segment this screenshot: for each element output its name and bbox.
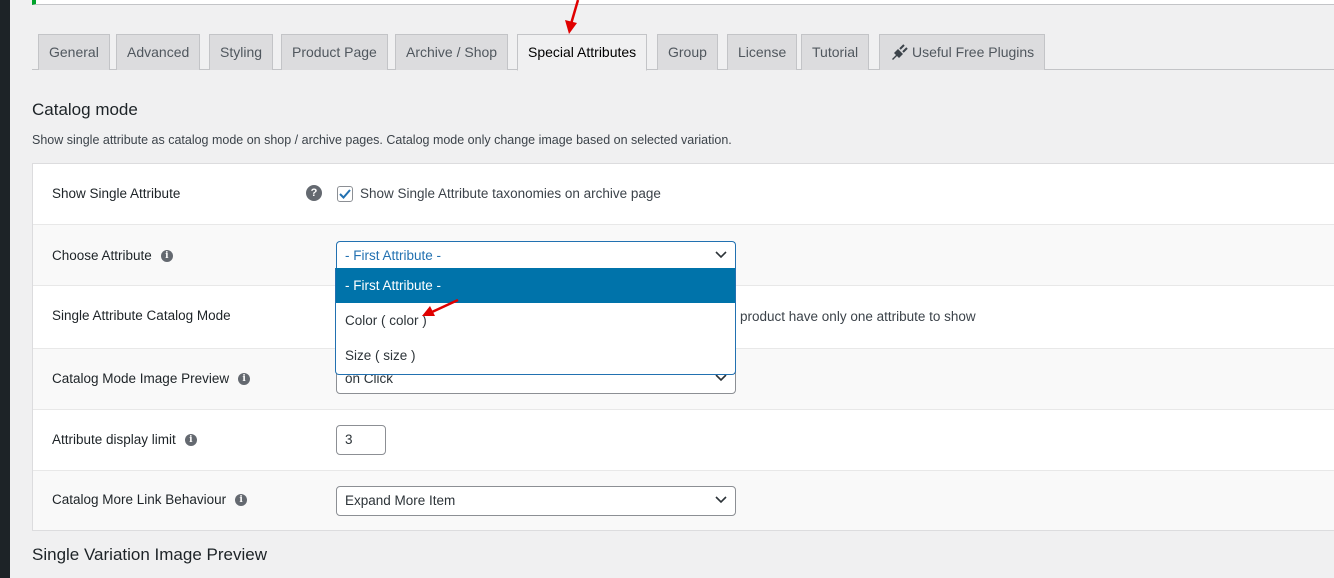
settings-tabs: General Advanced Styling Product Page Ar… bbox=[32, 34, 1334, 71]
checkmark-icon bbox=[339, 189, 351, 199]
choose-attribute-dropdown-list: - First Attribute - Color ( color ) Size… bbox=[335, 268, 736, 375]
row-catalog-more-link-behaviour: Catalog More Link Behaviour i Expand More… bbox=[33, 471, 1334, 530]
annotation-arrow-tabs bbox=[565, 0, 580, 34]
checkbox-label[interactable]: Show Single Attribute taxonomies on arch… bbox=[360, 186, 661, 201]
tab-label: License bbox=[738, 44, 787, 60]
label-text: Catalog Mode Image Preview bbox=[52, 371, 230, 386]
tab-group[interactable]: Group bbox=[657, 34, 718, 70]
tab-archive-shop[interactable]: Archive / Shop bbox=[395, 34, 509, 70]
show-single-attribute-checkbox[interactable] bbox=[337, 186, 353, 202]
tab-label: Tutorial bbox=[812, 44, 859, 60]
tab-advanced[interactable]: Advanced bbox=[116, 34, 201, 70]
tab-tutorial[interactable]: Tutorial bbox=[801, 34, 870, 70]
chevron-down-icon bbox=[715, 251, 727, 259]
row-label: Show Single Attribute bbox=[52, 186, 180, 201]
chevron-down-icon bbox=[715, 374, 727, 382]
choose-attribute-select[interactable]: - First Attribute - bbox=[336, 241, 736, 270]
label-text: Attribute display limit bbox=[52, 432, 176, 447]
tab-label: General bbox=[49, 44, 99, 60]
tab-label: Styling bbox=[220, 44, 263, 60]
top-notice bbox=[32, 0, 1334, 5]
row-label: Single Attribute Catalog Mode bbox=[52, 308, 231, 323]
section-title-single-variation-image-preview: Single Variation Image Preview bbox=[32, 545, 267, 564]
question-icon[interactable]: ? bbox=[306, 185, 322, 201]
section-description: Show single attribute as catalog mode on… bbox=[32, 133, 732, 147]
tab-label: Group bbox=[668, 44, 707, 60]
info-icon[interactable]: i bbox=[184, 433, 197, 446]
dropdown-option[interactable]: Color ( color ) bbox=[336, 303, 735, 338]
catalog-mode-description: product have only one attribute to show bbox=[740, 309, 976, 324]
label-text: Catalog More Link Behaviour bbox=[52, 492, 227, 507]
tab-label: Advanced bbox=[127, 44, 190, 60]
tab-special-attributes[interactable]: Special Attributes bbox=[517, 34, 648, 71]
row-attribute-display-limit: Attribute display limit i 3 bbox=[33, 410, 1334, 471]
section-title-catalog-mode: Catalog mode bbox=[32, 100, 138, 119]
row-label: Choose Attribute i bbox=[52, 248, 173, 263]
row-label: Catalog More Link Behaviour i bbox=[52, 492, 248, 507]
label-text: Show Single Attribute bbox=[52, 186, 181, 201]
info-icon[interactable]: i bbox=[235, 493, 248, 506]
row-label: Attribute display limit i bbox=[52, 432, 197, 447]
select-value: Expand More Item bbox=[345, 493, 456, 508]
info-icon[interactable]: i bbox=[238, 372, 251, 385]
tab-label: Product Page bbox=[292, 44, 377, 60]
dropdown-option[interactable]: - First Attribute - bbox=[336, 268, 735, 303]
dropdown-option[interactable]: Size ( size ) bbox=[336, 338, 735, 373]
tab-label: Archive / Shop bbox=[406, 44, 498, 60]
display-limit-input[interactable]: 3 bbox=[336, 425, 386, 455]
tab-product-page[interactable]: Product Page bbox=[281, 34, 388, 70]
more-link-behaviour-select[interactable]: Expand More Item bbox=[336, 486, 736, 516]
label-text: Single Attribute Catalog Mode bbox=[52, 308, 231, 323]
tab-license[interactable]: License bbox=[727, 34, 798, 70]
admin-sidebar-edge bbox=[0, 0, 10, 578]
label-text: Choose Attribute bbox=[52, 248, 152, 263]
tab-useful-free-plugins[interactable]: Useful Free Plugins bbox=[879, 34, 1046, 70]
plug-icon bbox=[892, 44, 908, 60]
tab-general[interactable]: General bbox=[38, 34, 110, 70]
chevron-down-icon bbox=[715, 496, 727, 504]
row-show-single-attribute: Show Single Attribute ? Show Single Attr… bbox=[33, 164, 1334, 225]
tab-label: Useful Free Plugins bbox=[912, 44, 1035, 60]
select-value: - First Attribute - bbox=[345, 248, 442, 263]
tab-label: Special Attributes bbox=[528, 44, 637, 60]
tab-styling[interactable]: Styling bbox=[209, 34, 274, 70]
info-icon[interactable]: i bbox=[160, 249, 173, 262]
row-label: Catalog Mode Image Preview i bbox=[52, 371, 251, 386]
